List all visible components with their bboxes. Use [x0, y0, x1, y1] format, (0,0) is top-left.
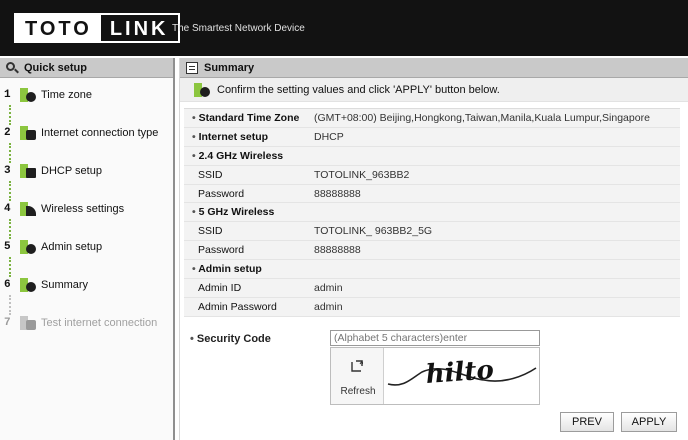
step-connector — [9, 105, 11, 125]
sidebar-header: Quick setup — [0, 58, 173, 78]
tagline: The Smartest Network Device — [172, 23, 305, 34]
step-label: Wireless settings — [41, 203, 125, 215]
row-key: 5 GHz Wireless — [184, 206, 314, 218]
captcha-image: hilto — [384, 348, 539, 404]
captcha-graphic: hilto — [387, 355, 537, 390]
clock-icon — [20, 88, 36, 102]
security-code-row: Security Code — [190, 330, 540, 346]
table-row: Password 88888888 — [184, 184, 680, 204]
step-number: 5 — [4, 241, 11, 253]
step-connector — [9, 295, 11, 315]
logo-link: LINK — [100, 15, 178, 41]
row-value: 88888888 — [314, 244, 361, 257]
row-value: TOTOLINK_ 963BB2_5G — [314, 225, 433, 238]
row-key: Standard Time Zone — [184, 112, 314, 124]
table-row: SSID TOTOLINK_ 963BB2_5G — [184, 222, 680, 242]
row-key: Password — [198, 244, 245, 257]
step-label: Test internet connection — [41, 317, 158, 329]
row-value: admin — [314, 281, 343, 294]
main-title: Summary — [204, 61, 255, 74]
sidebar-title: Quick setup — [24, 61, 87, 74]
summary-icon — [20, 278, 36, 292]
step-number: 7 — [4, 317, 11, 329]
captcha-box: Refresh hilto — [330, 347, 540, 405]
admin-icon — [20, 240, 36, 254]
apply-button[interactable]: APPLY — [621, 412, 677, 432]
row-key: Admin ID — [198, 281, 242, 294]
step-number: 1 — [4, 89, 11, 101]
security-code-label: Security Code — [190, 333, 330, 346]
row-key: 2.4 GHz Wireless — [184, 150, 314, 162]
table-row: Internet setup DHCP — [184, 127, 680, 147]
step-label: Internet connection type — [41, 127, 159, 139]
step-number: 3 — [4, 165, 11, 177]
step-label: DHCP setup — [41, 165, 102, 177]
row-key: Internet setup — [184, 131, 314, 143]
row-value: (GMT+08:00) Beijing,Hongkong,Taiwan,Mani… — [314, 111, 650, 124]
row-key: Password — [198, 187, 245, 200]
prev-button[interactable]: PREV — [560, 412, 614, 432]
main-header: Summary — [180, 58, 688, 78]
refresh-label: Refresh — [340, 386, 376, 397]
dhcp-icon — [20, 164, 36, 178]
step-label: Time zone — [41, 89, 92, 101]
magnifier-icon — [6, 61, 19, 74]
row-key: SSID — [198, 168, 223, 181]
table-row: 2.4 GHz Wireless — [184, 146, 680, 166]
main-panel: Summary Confirm the setting values and c… — [179, 58, 688, 440]
step-number: 6 — [4, 279, 11, 291]
step-label: Admin setup — [41, 241, 103, 253]
step-wireless-settings[interactable]: 4 Wireless settings — [0, 202, 173, 240]
test-icon — [20, 316, 36, 330]
totolink-logo: TOTO LINK — [14, 13, 180, 43]
step-internet-connection-type[interactable]: 2 Internet connection type — [0, 126, 173, 164]
step-time-zone[interactable]: 1 Time zone — [0, 88, 173, 126]
step-connector — [9, 257, 11, 277]
security-code-input[interactable] — [330, 330, 540, 346]
document-icon — [186, 61, 198, 74]
row-value: DHCP — [314, 130, 344, 143]
step-admin-setup[interactable]: 5 Admin setup — [0, 240, 173, 278]
captcha-text: hilto — [425, 355, 495, 390]
table-row: Standard Time Zone (GMT+08:00) Beijing,H… — [184, 109, 680, 128]
summary-table: Standard Time Zone (GMT+08:00) Beijing,H… — [184, 108, 680, 317]
step-connector — [9, 143, 11, 163]
table-row: 5 GHz Wireless — [184, 203, 680, 223]
summary-icon — [194, 82, 210, 97]
network-icon — [20, 126, 36, 140]
logo-toto: TOTO — [16, 15, 101, 41]
table-row: Admin Password admin — [184, 297, 680, 317]
row-key: Admin setup — [184, 263, 314, 275]
table-row: SSID TOTOLINK_963BB2 — [184, 165, 680, 185]
instruction-bar: Confirm the setting values and click 'AP… — [180, 78, 688, 102]
row-value: 88888888 — [314, 187, 361, 200]
wireless-icon — [20, 202, 36, 216]
row-key: SSID — [198, 225, 223, 238]
row-value: admin — [314, 300, 343, 313]
row-value: TOTOLINK_963BB2 — [314, 168, 410, 181]
top-header: TOTO LINK The Smartest Network Device — [0, 0, 688, 56]
sidebar: Quick setup 1 Time zone 2 Internet conne… — [0, 58, 175, 440]
step-number: 4 — [4, 203, 11, 215]
row-key: Admin Password — [198, 300, 277, 313]
refresh-icon — [351, 360, 363, 372]
step-test-internet-connection: 7 Test internet connection — [0, 316, 173, 354]
table-row: Admin ID admin — [184, 279, 680, 298]
step-list: 1 Time zone 2 Internet connection type 3… — [0, 78, 173, 354]
instruction-text: Confirm the setting values and click 'AP… — [217, 83, 500, 96]
refresh-button[interactable]: Refresh — [331, 348, 384, 404]
step-summary[interactable]: 6 Summary — [0, 278, 173, 316]
step-connector — [9, 181, 11, 201]
step-dhcp-setup[interactable]: 3 DHCP setup — [0, 164, 173, 202]
table-row: Admin setup — [184, 260, 680, 280]
step-number: 2 — [4, 127, 11, 139]
step-label: Summary — [41, 279, 89, 291]
step-connector — [9, 219, 11, 239]
table-row: Password 88888888 — [184, 241, 680, 261]
